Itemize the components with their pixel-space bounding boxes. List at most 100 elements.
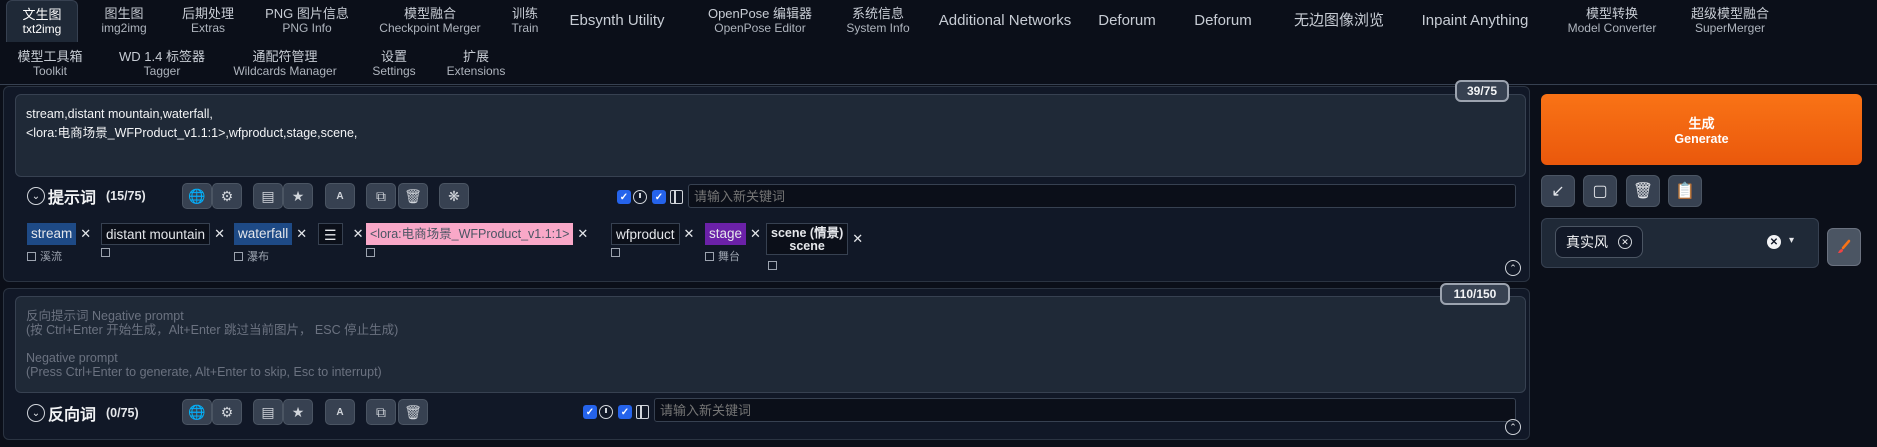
chevron-down-icon[interactable]: ▾ [1789, 235, 1794, 246]
tab-txt2img[interactable]: 文生图 txt2img [6, 0, 78, 42]
wrap-icon[interactable]: ☰ [318, 223, 343, 245]
chevron-up-icon[interactable]: ⌃ [1505, 260, 1521, 276]
tab-sublabel: PNG Info [282, 21, 332, 35]
tab-system-info[interactable]: 系统信息 System Info [838, 0, 918, 42]
bookmark-icon: ★ [291, 403, 305, 420]
close-icon[interactable]: ✕ [296, 226, 307, 242]
prompt-tag[interactable]: waterfall ✕ [234, 222, 307, 246]
tag-text[interactable]: wfproduct [611, 223, 680, 245]
tab-sublabel: img2img [101, 21, 147, 35]
paste-button[interactable]: ▢ [1583, 175, 1617, 207]
tag-text[interactable]: scene (情景) scene [766, 223, 849, 255]
copy-button[interactable]: ⧉ [366, 183, 396, 209]
tab-img2img[interactable]: 图生图 img2img [90, 0, 158, 42]
translate-all-button[interactable]: A [325, 399, 355, 425]
negative-prompt-textarea[interactable]: 反向提示词 Negative prompt (按 Ctrl+Enter 开始生成… [15, 296, 1526, 393]
auto-translate-checkbox[interactable]: ✓ [617, 190, 631, 204]
close-icon[interactable]: ✕ [214, 226, 225, 242]
tab-label: 模型工具箱 [17, 49, 83, 64]
tab-settings[interactable]: 设置 Settings [366, 45, 422, 83]
style-chip[interactable]: 真实风 ✕ [1555, 226, 1643, 258]
close-icon[interactable]: ✕ [80, 226, 91, 242]
prompt-tag[interactable]: stage ✕ [705, 222, 761, 246]
tag-text[interactable]: distant mountain [101, 223, 211, 245]
copy-button[interactable]: ⧉ [366, 399, 396, 425]
prompt-tag[interactable]: distant mountain ✕ [101, 222, 225, 246]
styles-dropdown[interactable]: 真实风 ✕ ✕ ▾ [1541, 218, 1819, 268]
clock-icon[interactable] [599, 405, 613, 419]
tab-deforum-2[interactable]: Deforum [1192, 0, 1254, 42]
prompt-header[interactable]: ⌄ 提示词 (15/75) [27, 184, 146, 208]
history-button[interactable]: ▤ [253, 183, 283, 209]
tab-infinite-image-browsing[interactable]: 无边图像浏览 [1286, 0, 1392, 42]
prompt-textarea[interactable]: stream,distant mountain,waterfall, <lora… [15, 94, 1526, 177]
wrap-tag[interactable]: ☰ ✕ [318, 222, 363, 246]
square-icon: ▢ [1592, 183, 1608, 200]
prompt-tag-lora[interactable]: <lora:电商场景_WFProduct_v1.1:1> ✕ [366, 222, 588, 246]
tab-extensions[interactable]: 扩展 Extensions [444, 45, 508, 83]
tab-additional-networks[interactable]: Additional Networks [930, 0, 1080, 42]
translate-checkbox[interactable]: ✓ [618, 405, 632, 419]
tag-text[interactable]: stream [27, 223, 77, 245]
generate-button[interactable]: 生成 Generate [1541, 94, 1862, 165]
tab-png-info[interactable]: PNG 图片信息 PNG Info [258, 0, 356, 42]
clock-icon[interactable] [633, 190, 647, 204]
tab-extras[interactable]: 后期处理 Extras [170, 0, 246, 42]
delete-button[interactable]: 🗑 [398, 399, 428, 425]
generate-label: 生成 [1688, 116, 1715, 131]
delete-button[interactable]: 🗑 [398, 183, 428, 209]
openai-button[interactable]: ❋ [439, 183, 469, 209]
tab-checkpoint-merger[interactable]: 模型融合 Checkpoint Merger [370, 0, 490, 42]
sidebar-icon[interactable] [636, 405, 649, 419]
tab-supermerger[interactable]: 超级模型融合 SuperMerger [1684, 0, 1776, 42]
negative-prompt-header[interactable]: ⌄ 反向词 (0/75) [27, 401, 139, 425]
clear-prompt-button[interactable]: 🗑 [1626, 175, 1660, 207]
close-icon[interactable]: ✕ [852, 231, 863, 247]
history-icon: ▤ [261, 403, 275, 420]
close-icon[interactable]: ✕ [750, 226, 761, 242]
apply-style-button[interactable] [1827, 228, 1861, 266]
settings-button[interactable]: ⚙ [212, 183, 242, 209]
tab-sublabel: txt2img [22, 21, 62, 36]
sidebar-icon[interactable] [670, 190, 683, 204]
prompt-tag[interactable]: wfproduct ✕ [611, 222, 694, 246]
tag-text[interactable]: stage [705, 223, 747, 245]
tab-sublabel: Tagger [143, 64, 181, 78]
tag-text[interactable]: <lora:电商场景_WFProduct_v1.1:1> [366, 223, 574, 245]
settings-button[interactable]: ⚙ [212, 399, 242, 425]
tab-model-converter[interactable]: 模型转换 Model Converter [1560, 0, 1664, 42]
extra-networks-button[interactable]: 📋 [1668, 175, 1702, 207]
translate-button[interactable]: 🌐 [182, 183, 212, 209]
favorite-button[interactable]: ★ [283, 399, 313, 425]
close-icon[interactable]: ✕ [684, 226, 695, 242]
tab-inpaint-anything[interactable]: Inpaint Anything [1414, 0, 1536, 42]
translate-icon [234, 251, 243, 261]
tab-deforum[interactable]: Deforum [1096, 0, 1158, 42]
tab-toolkit[interactable]: 模型工具箱 Toolkit [16, 45, 84, 83]
close-icon[interactable]: ✕ [353, 226, 364, 242]
chevron-up-icon[interactable]: ⌃ [1505, 419, 1521, 435]
history-button[interactable]: ▤ [253, 399, 283, 425]
tab-label: 模型融合 [403, 6, 456, 21]
translate-checkbox[interactable]: ✓ [652, 190, 666, 204]
tab-openpose-editor[interactable]: OpenPose 编辑器 OpenPose Editor [696, 0, 824, 42]
new-keyword-input[interactable] [654, 398, 1516, 422]
prompt-tag[interactable]: scene (情景) scene ✕ [766, 222, 863, 256]
translate-all-button[interactable]: A [325, 183, 355, 209]
tab-tagger[interactable]: WD 1.4 标签器 Tagger [114, 45, 210, 83]
read-params-button[interactable]: ↙ [1541, 175, 1575, 207]
tab-label: 训练 [511, 6, 538, 21]
auto-translate-checkbox[interactable]: ✓ [583, 405, 597, 419]
translate-button[interactable]: 🌐 [182, 399, 212, 425]
favorite-button[interactable]: ★ [283, 183, 313, 209]
close-icon[interactable]: ✕ [1618, 235, 1632, 249]
new-keyword-input[interactable] [688, 184, 1516, 208]
tab-ebsynth-utility[interactable]: Ebsynth Utility [562, 0, 672, 42]
tab-sublabel: Checkpoint Merger [379, 21, 481, 35]
clear-icon[interactable]: ✕ [1767, 235, 1781, 249]
tab-train[interactable]: 训练 Train [502, 0, 548, 42]
prompt-tag[interactable]: stream ✕ [27, 222, 91, 246]
tab-wildcards-manager[interactable]: 通配符管理 Wildcards Manager [228, 45, 342, 83]
tag-text[interactable]: waterfall [234, 223, 293, 245]
close-icon[interactable]: ✕ [577, 226, 588, 242]
